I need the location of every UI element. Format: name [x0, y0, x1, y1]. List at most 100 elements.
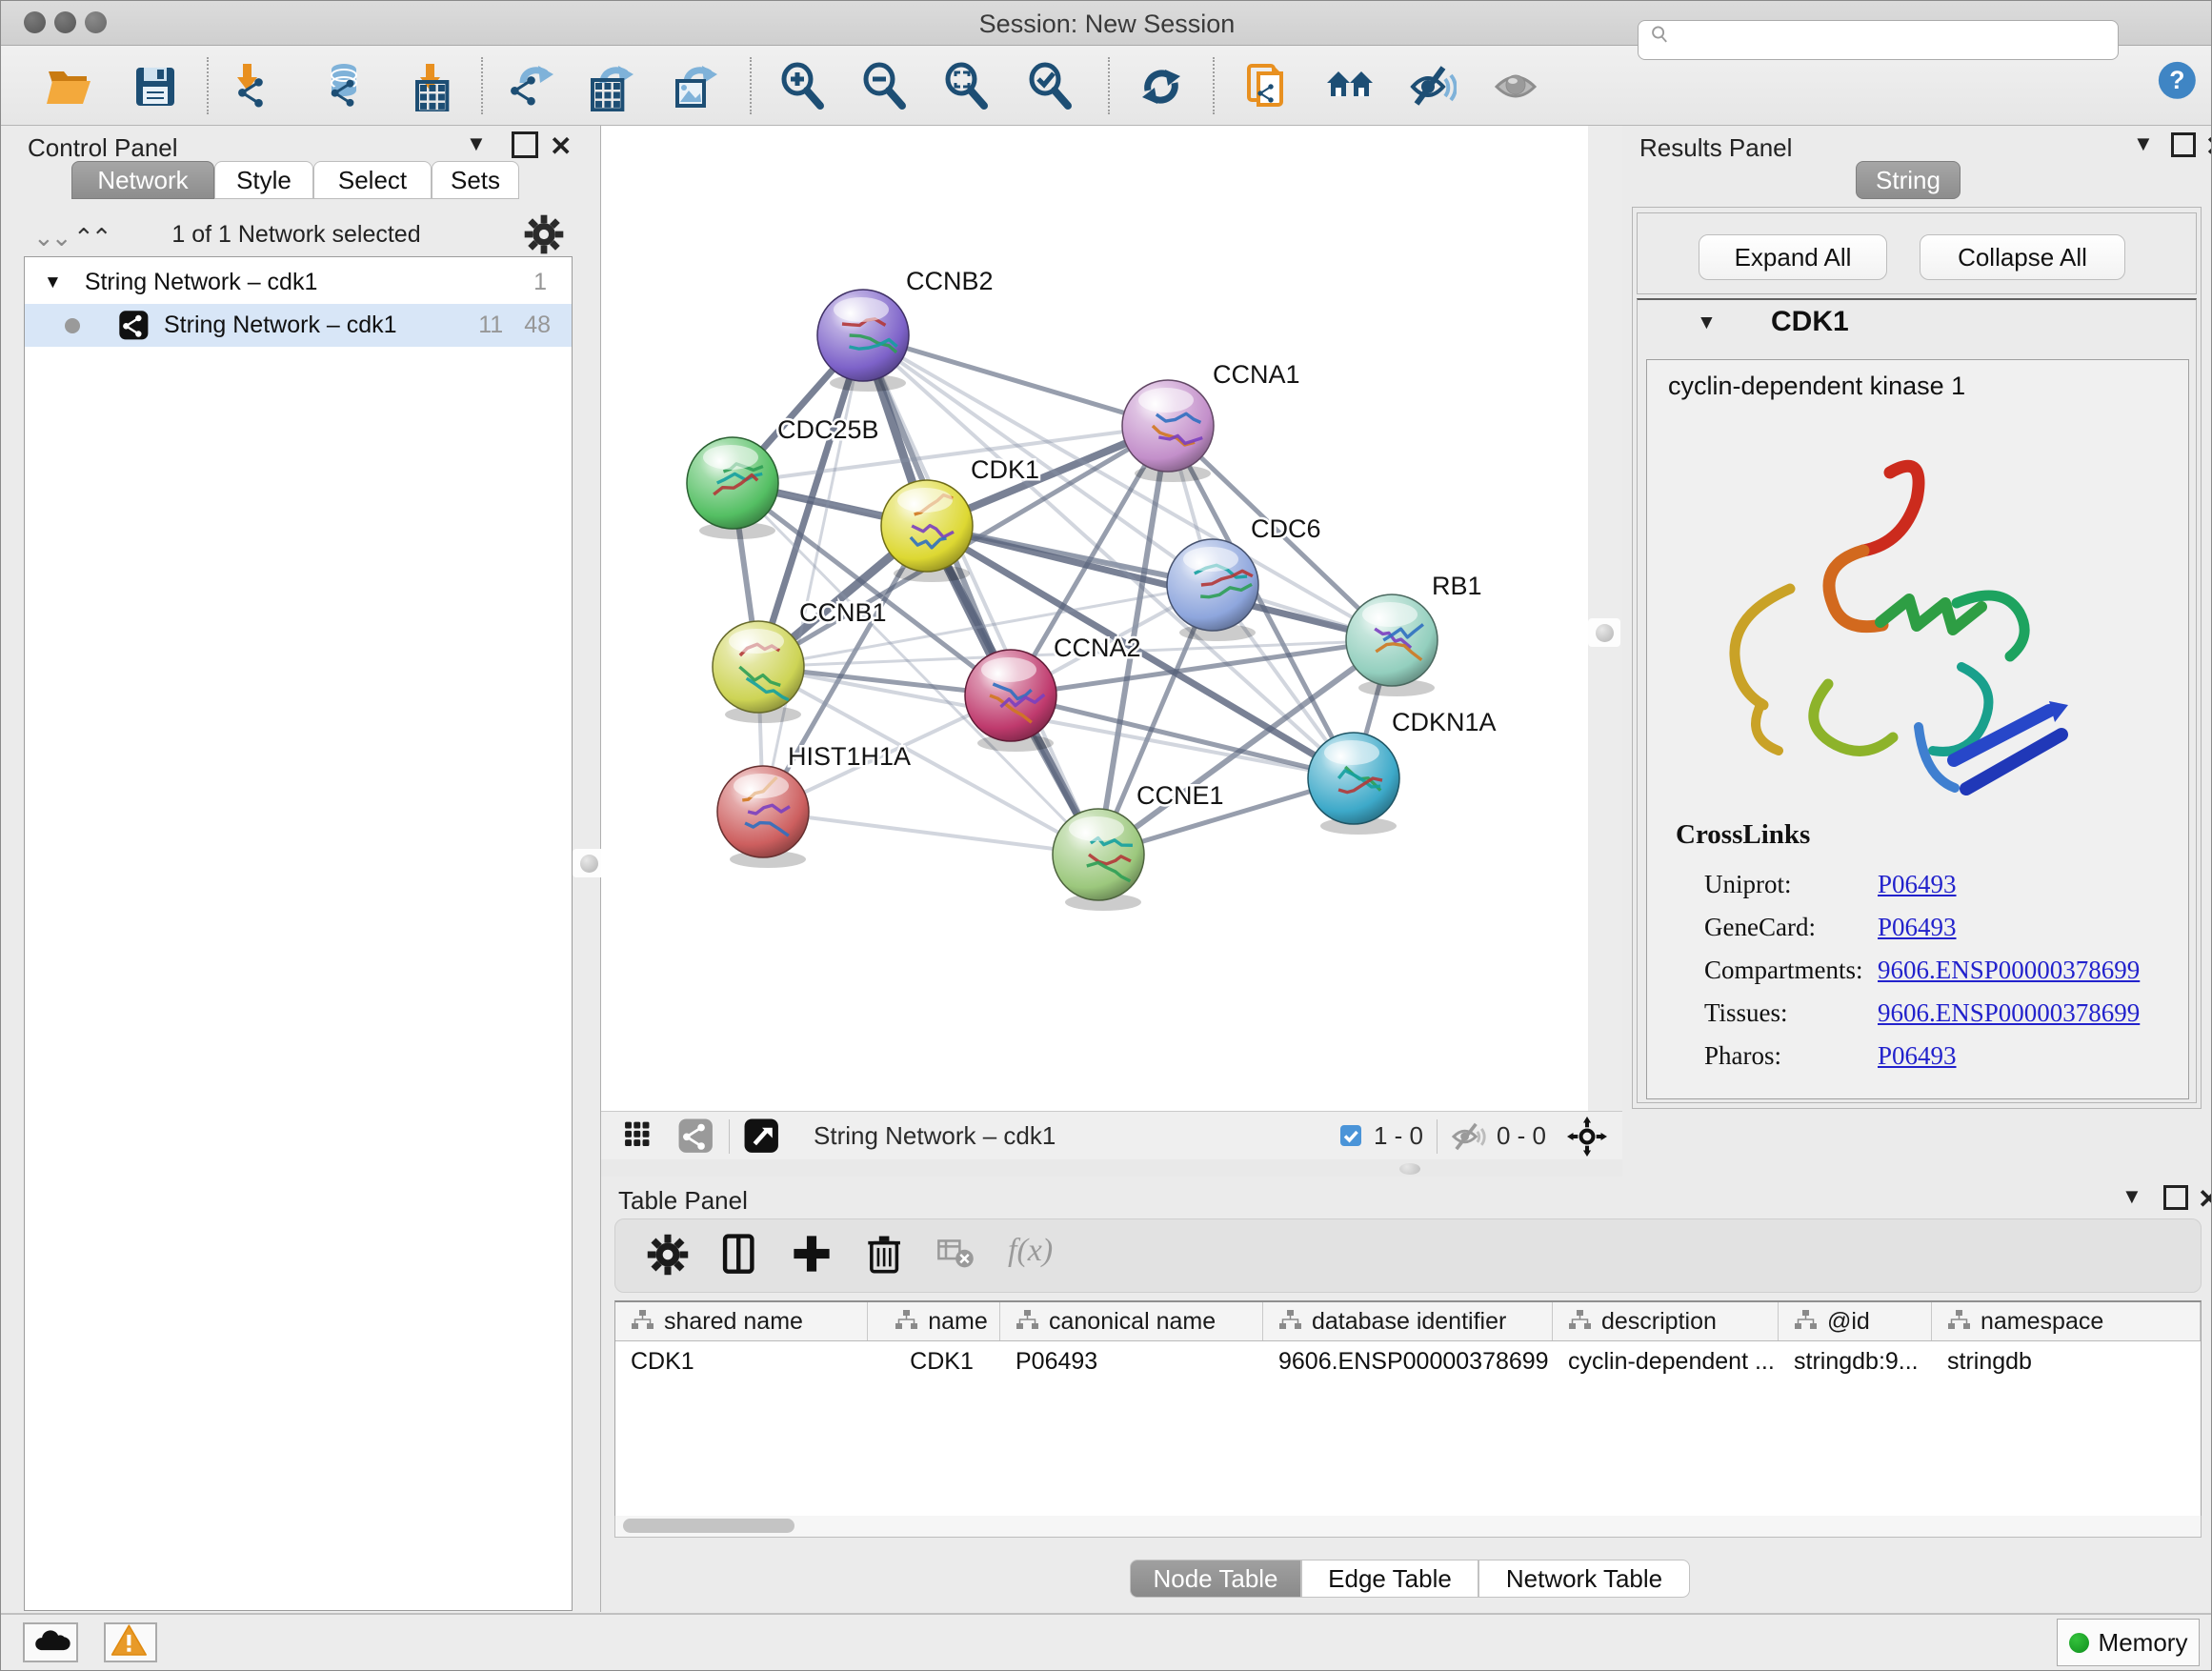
hidden-eye-icon[interactable] — [1451, 1118, 1487, 1155]
table-cell[interactable]: cyclin-dependent ... — [1553, 1341, 1779, 1381]
network-from-document-button[interactable] — [1243, 62, 1293, 111]
birdseye-grid-icon[interactable] — [622, 1115, 660, 1158]
tab-select[interactable]: Select — [313, 161, 432, 199]
table-horizontal-scrollbar[interactable] — [614, 1516, 2202, 1538]
table-cell[interactable]: CDK1 — [868, 1341, 1000, 1381]
crosslink-link[interactable]: P06493 — [1878, 870, 1957, 899]
network-collection-row[interactable]: ▼ String Network – cdk1 1 — [25, 261, 572, 304]
edge-CCNB2-CCNA1[interactable] — [863, 335, 1168, 426]
save-session-button[interactable] — [131, 62, 180, 111]
zoom-selected-button[interactable] — [1026, 62, 1076, 111]
network-options-gear-icon[interactable] — [523, 213, 565, 255]
column-header-description[interactable]: description — [1553, 1302, 1779, 1340]
export-table-button[interactable] — [586, 62, 635, 111]
refresh-layout-button[interactable] — [1136, 62, 1186, 111]
collapse-all-button[interactable]: Collapse All — [1920, 234, 2125, 280]
crosslink-link[interactable]: P06493 — [1878, 1041, 1957, 1071]
import-network-file-button[interactable] — [230, 62, 279, 111]
edge-CCNB2-CCNE1[interactable] — [863, 335, 1098, 855]
table-cell[interactable]: CDK1 — [615, 1341, 868, 1381]
node-label-CCNA2: CCNA2 — [1054, 634, 1141, 662]
collection-count: 1 — [533, 269, 547, 296]
export-network-button[interactable] — [506, 62, 555, 111]
zoom-in-icon — [778, 62, 828, 111]
table-cell[interactable]: 9606.ENSP00000378699 — [1263, 1341, 1553, 1381]
delete-column-button[interactable] — [863, 1233, 907, 1277]
column-header-database-identifier[interactable]: database identifier — [1263, 1302, 1553, 1340]
network-canvas[interactable]: CCNB2CCNA1CDC25BCDK1CDC6RB1CCNB1CCNA2CDK… — [601, 126, 1588, 1111]
zoom-out-button[interactable] — [860, 62, 910, 111]
column-header-canonical-name[interactable]: canonical name — [1000, 1302, 1263, 1340]
collection-expander-icon[interactable]: ▼ — [44, 272, 62, 293]
create-column-button[interactable] — [791, 1233, 833, 1275]
table-tab-network-table[interactable]: Network Table — [1478, 1560, 1690, 1598]
node-label-CCNB2: CCNB2 — [906, 267, 994, 295]
right-splitter-handle[interactable] — [1588, 618, 1620, 647]
help-button[interactable]: ? — [2158, 61, 2202, 105]
edge-HIST1H1A-CCNE1[interactable] — [763, 812, 1098, 855]
column-header-name[interactable]: name — [868, 1302, 1000, 1340]
table-row[interactable]: CDK1CDK1P064939606.ENSP00000378699cyclin… — [615, 1341, 2201, 1381]
selected-checkbox-icon[interactable] — [1339, 1124, 1364, 1149]
tab-style[interactable]: Style — [214, 161, 313, 199]
float-panel-icon[interactable]: ▼ — [2122, 1184, 2142, 1209]
column-type-icon — [1278, 1309, 1303, 1334]
close-panel-icon[interactable]: ✕ — [550, 131, 572, 162]
maximize-panel-icon[interactable] — [512, 131, 538, 158]
import-network-database-icon — [319, 62, 369, 111]
maximize-panel-icon[interactable] — [2171, 132, 2196, 157]
show-all-button[interactable] — [1491, 62, 1540, 111]
left-splitter-handle[interactable] — [573, 849, 605, 877]
expand-all-button[interactable]: Expand All — [1699, 234, 1887, 280]
warnings-button[interactable] — [104, 1622, 157, 1662]
clear-table-button[interactable] — [935, 1233, 977, 1275]
table-cell[interactable]: stringdb — [1932, 1341, 2201, 1381]
export-image-button[interactable] — [670, 62, 719, 111]
table-settings-gear-button[interactable] — [646, 1233, 690, 1277]
memory-button[interactable]: Memory — [2057, 1619, 2200, 1666]
tab-network[interactable]: Network — [71, 161, 214, 199]
fit-selected-crosshair-icon[interactable] — [1567, 1117, 1607, 1157]
close-panel-icon[interactable]: ✕ — [2198, 1183, 2212, 1215]
cloud-button[interactable] — [23, 1622, 78, 1662]
toolbar-search[interactable] — [1638, 20, 2119, 60]
zoom-in-button[interactable] — [778, 62, 828, 111]
table-tab-node-table[interactable]: Node Table — [1130, 1560, 1301, 1598]
close-panel-icon[interactable]: ✕ — [2205, 131, 2212, 162]
float-panel-icon[interactable]: ▼ — [2133, 131, 2154, 156]
column-header-shared-name[interactable]: shared name — [615, 1302, 868, 1340]
crosslink-link[interactable]: 9606.ENSP00000378699 — [1878, 998, 2140, 1028]
tab-string[interactable]: String — [1856, 161, 1961, 199]
splitter-handle[interactable] — [1399, 1163, 1420, 1175]
search-input[interactable] — [1680, 26, 2094, 54]
show-columns-button[interactable] — [718, 1233, 762, 1277]
function-builder-button[interactable]: f(x) — [1008, 1233, 1053, 1269]
open-in-window-icon[interactable] — [743, 1117, 781, 1156]
crosslink-link[interactable]: 9606.ENSP00000378699 — [1878, 956, 2140, 985]
expand-all-icon[interactable]: ⌃⌃ — [73, 223, 110, 252]
zoom-fit-button[interactable] — [942, 62, 992, 111]
table-tab-edge-table[interactable]: Edge Table — [1301, 1560, 1478, 1598]
table-cell[interactable]: P06493 — [1000, 1341, 1263, 1381]
crosslink-link[interactable]: P06493 — [1878, 913, 1957, 942]
entry-expander-icon[interactable]: ▼ — [1697, 312, 1717, 334]
column-header-namespace[interactable]: namespace — [1932, 1302, 2201, 1340]
column-header-@id[interactable]: @id — [1779, 1302, 1932, 1340]
tab-sets[interactable]: Sets — [432, 161, 519, 199]
crosslink-row: Compartments: 9606.ENSP00000378699 — [1704, 949, 2171, 992]
scrollbar-thumb[interactable] — [623, 1519, 794, 1533]
float-panel-icon[interactable]: ▼ — [466, 131, 494, 156]
first-neighbors-button[interactable] — [1325, 62, 1375, 111]
table-cell[interactable]: stringdb:9... — [1779, 1341, 1932, 1381]
import-network-database-button[interactable] — [319, 62, 369, 111]
hide-selected-button[interactable] — [1407, 62, 1457, 111]
import-table-button[interactable] — [407, 62, 456, 111]
node-table[interactable]: shared namenamecanonical namedatabase id… — [614, 1300, 2202, 1519]
maximize-panel-icon[interactable] — [2163, 1185, 2188, 1210]
create-column-icon — [791, 1233, 833, 1275]
open-session-button[interactable] — [43, 62, 92, 111]
network-row[interactable]: String Network – cdk1 11 48 — [25, 304, 572, 347]
collapse-all-icon[interactable]: ⌄⌄ — [33, 223, 70, 252]
network-tree: ▼ String Network – cdk1 1 String Network… — [24, 256, 573, 1611]
string-badge-icon[interactable] — [677, 1117, 715, 1156]
